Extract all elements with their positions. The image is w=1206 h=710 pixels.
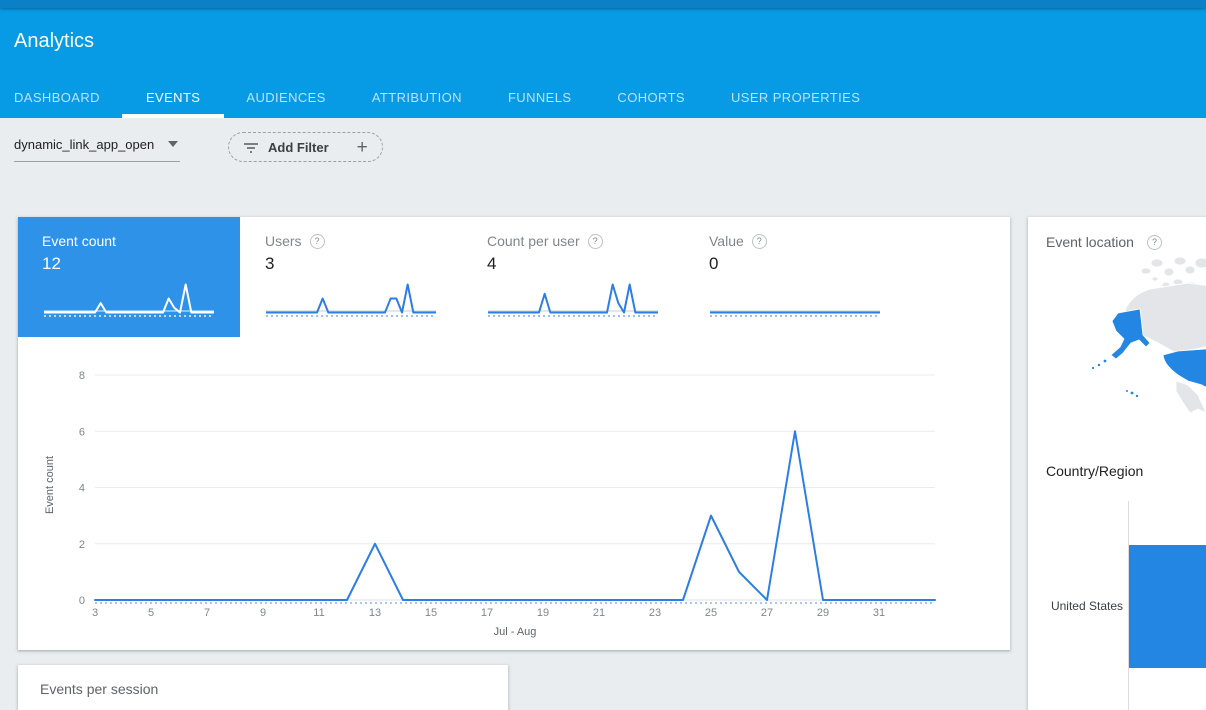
map-hawaii	[1126, 390, 1138, 397]
svg-text:23: 23	[649, 607, 661, 619]
metric-value: 12	[42, 254, 240, 274]
value-sparkline	[706, 277, 884, 323]
tab-attribution[interactable]: ATTRIBUTION	[372, 76, 462, 118]
metric-tab-count-per-user[interactable]: Count per user? 4	[462, 217, 684, 337]
svg-text:3: 3	[92, 607, 98, 619]
events-per-session-card: Events per session	[18, 665, 508, 710]
map-mexico	[1176, 381, 1206, 413]
event-location-card: Event location ? Coun	[1028, 217, 1206, 710]
help-icon[interactable]: ?	[310, 234, 325, 249]
united-states-bar[interactable]	[1129, 545, 1206, 668]
app-header: Analytics DASHBOARD EVENTS AUDIENCES ATT…	[0, 8, 1206, 118]
svg-text:2: 2	[79, 539, 85, 551]
svg-text:Jul - Aug: Jul - Aug	[494, 626, 537, 638]
page-title: Analytics	[14, 30, 94, 53]
svg-text:0: 0	[79, 595, 85, 607]
svg-text:7: 7	[204, 607, 210, 619]
svg-text:9: 9	[260, 607, 266, 619]
country-region-header: Country/Region	[1046, 463, 1143, 479]
metric-tab-value[interactable]: Value? 0	[684, 217, 906, 337]
event-detail-card: Event count 12 Users? 3 Count per user? …	[18, 217, 1010, 650]
metric-tab-event-count[interactable]: Event count 12	[18, 217, 240, 337]
svg-text:25: 25	[705, 607, 717, 619]
metric-label: Users	[265, 233, 302, 249]
add-filter-button[interactable]: Add Filter +	[228, 132, 383, 162]
svg-text:4: 4	[79, 483, 85, 495]
users-sparkline	[262, 277, 440, 323]
event-count-sparkline	[40, 277, 218, 323]
event-location-title: Event location	[1046, 234, 1134, 250]
help-icon[interactable]: ?	[752, 234, 767, 249]
event-select-dropdown[interactable]: dynamic_link_app_open	[14, 133, 180, 162]
svg-text:11: 11	[313, 607, 324, 619]
filter-list-icon	[243, 140, 259, 154]
metric-value: 4	[487, 254, 684, 274]
svg-text:5: 5	[148, 607, 154, 619]
svg-text:21: 21	[593, 607, 605, 619]
metric-value: 0	[709, 254, 906, 274]
svg-text:19: 19	[537, 607, 549, 619]
browser-top-strip	[0, 0, 1206, 8]
event-count-line-chart[interactable]: 0 2 4 6 8 3 5 7 9 11 13 15 17 19 21 23 25 27 29 31 Jul - Aug	[18, 355, 1010, 650]
events-per-session-title: Events per session	[40, 681, 158, 697]
help-icon[interactable]: ?	[588, 234, 603, 249]
metric-label: Value	[709, 233, 744, 249]
svg-text:31: 31	[873, 607, 885, 619]
tab-funnels[interactable]: FUNNELS	[508, 76, 571, 118]
metric-value: 3	[265, 254, 462, 274]
svg-text:6: 6	[79, 426, 85, 438]
svg-text:27: 27	[761, 607, 773, 619]
metric-tab-users[interactable]: Users? 3	[240, 217, 462, 337]
chevron-down-icon	[168, 141, 178, 147]
tab-audiences[interactable]: AUDIENCES	[246, 76, 325, 118]
metric-tabs: Event count 12 Users? 3 Count per user? …	[18, 217, 1010, 337]
metric-label: Event count	[42, 233, 116, 249]
map-united-states[interactable]	[1163, 347, 1206, 388]
svg-text:8: 8	[79, 370, 85, 382]
add-filter-label: Add Filter	[268, 140, 329, 155]
svg-text:29: 29	[817, 607, 829, 619]
plus-icon: +	[357, 138, 368, 157]
tab-user-properties[interactable]: USER PROPERTIES	[731, 76, 860, 118]
svg-text:15: 15	[425, 607, 437, 619]
north-america-map[interactable]	[1028, 255, 1206, 463]
svg-text:17: 17	[481, 607, 493, 619]
metric-label: Count per user	[487, 233, 580, 249]
event-select-value: dynamic_link_app_open	[14, 137, 154, 152]
map-aleutian-islands	[1092, 360, 1107, 370]
svg-text:13: 13	[369, 607, 381, 619]
filter-bar: dynamic_link_app_open Add Filter +	[14, 132, 383, 162]
main-nav: DASHBOARD EVENTS AUDIENCES ATTRIBUTION F…	[14, 76, 860, 118]
tab-dashboard[interactable]: DASHBOARD	[14, 76, 100, 118]
count-per-user-sparkline	[484, 277, 662, 323]
tab-cohorts[interactable]: COHORTS	[617, 76, 685, 118]
country-label: United States	[1028, 599, 1123, 613]
help-icon[interactable]: ?	[1147, 235, 1162, 250]
tab-events[interactable]: EVENTS	[146, 76, 200, 118]
